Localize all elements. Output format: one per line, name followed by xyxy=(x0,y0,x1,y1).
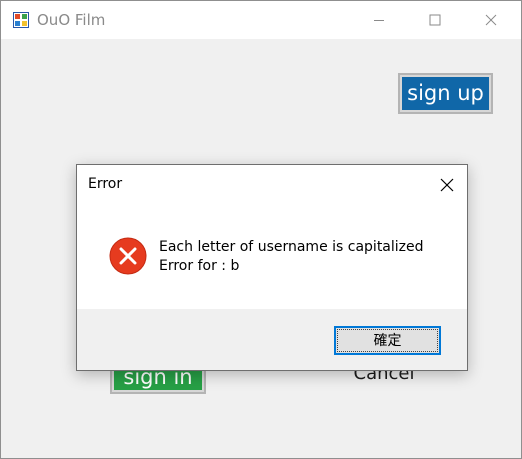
dialog-body: Each letter of username is capitalized E… xyxy=(77,203,467,309)
dialog-title: Error xyxy=(88,176,123,192)
dialog-title-bar[interactable]: Error xyxy=(77,165,467,203)
window-title: OuO Film xyxy=(37,11,106,29)
close-icon xyxy=(440,178,454,192)
maximize-icon xyxy=(429,14,441,26)
sign-up-label: sign up xyxy=(402,77,489,110)
minimize-icon xyxy=(374,20,384,21)
dialog-close-button[interactable] xyxy=(427,169,467,201)
app-window-icon xyxy=(13,12,29,28)
sign-up-button[interactable]: sign up xyxy=(398,73,493,114)
error-dialog: Error Each letter of username is capital… xyxy=(76,164,468,371)
error-icon xyxy=(109,237,147,275)
close-icon xyxy=(485,14,497,26)
dialog-footer: 確定 xyxy=(77,309,467,370)
ok-button[interactable]: 確定 xyxy=(334,326,441,355)
dialog-message: Each letter of username is capitalized E… xyxy=(159,238,424,276)
close-button[interactable] xyxy=(463,1,519,39)
maximize-button[interactable] xyxy=(407,1,463,39)
message-line-1: Each letter of username is capitalized xyxy=(159,239,424,255)
message-line-2: Error for : b xyxy=(159,258,240,274)
minimize-button[interactable] xyxy=(351,1,407,39)
title-bar[interactable]: OuO Film xyxy=(1,1,521,39)
